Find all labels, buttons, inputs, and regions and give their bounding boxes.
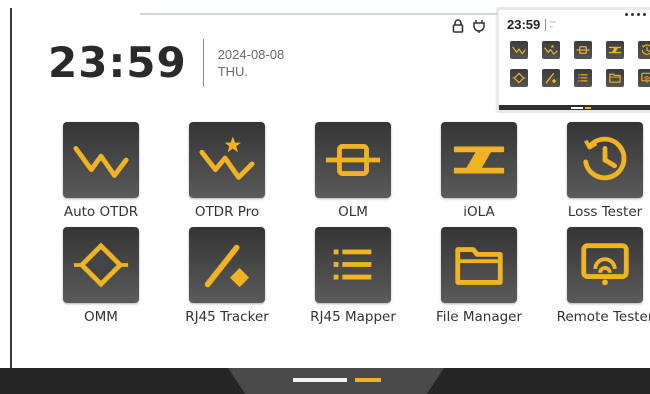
omm-icon[interactable] xyxy=(63,227,139,303)
app-label: iOLA xyxy=(463,204,495,220)
app-omm[interactable]: OMM xyxy=(38,227,164,327)
preview-app-tile xyxy=(540,69,562,92)
otdr-pro-icon[interactable] xyxy=(189,122,265,198)
preview-app-grid xyxy=(508,41,650,92)
app-label: OLM xyxy=(338,204,368,220)
preview-iola-icon xyxy=(606,41,624,59)
preview-file-manager-icon xyxy=(606,69,624,87)
preview-app-tile xyxy=(540,41,562,64)
app-grid: Auto OTDR OTDR Pro OLM iOLA Loss Tester OMM RJ… xyxy=(38,122,650,327)
loss-tester-icon[interactable] xyxy=(567,122,643,198)
status-bar xyxy=(452,19,486,33)
page-dot-1[interactable] xyxy=(293,378,347,382)
preview-app-tile xyxy=(604,41,626,64)
app-label: RJ45 Mapper xyxy=(310,309,396,325)
clock-date-block: 2024-08-08 THU. xyxy=(218,46,285,80)
app-label: Auto OTDR xyxy=(63,204,139,220)
app-label: Remote Tester xyxy=(556,309,650,325)
preview-loss-tester-icon xyxy=(638,41,650,59)
device-frame-edge xyxy=(10,8,12,368)
preview-otdr-pro-icon xyxy=(542,41,560,59)
top-divider-line xyxy=(140,13,500,15)
clock-weekday: THU. xyxy=(217,63,249,79)
preview-clock-time: 23:59 xyxy=(507,17,541,32)
preview-rj45-tracker-icon xyxy=(542,69,560,87)
clock-widget: 23:59 2024-08-08 THU. xyxy=(48,38,284,87)
home-screen: 23:59 2024-08-08 THU. 23:59 ▪▪▪▪ ▪▪ Auto … xyxy=(0,0,650,394)
clock-date: 2024-08-08 xyxy=(217,46,285,62)
app-remote-tester[interactable]: Remote Tester xyxy=(542,227,650,327)
preview-status-bar xyxy=(625,13,646,16)
app-rj45-mapper[interactable]: RJ45 Mapper xyxy=(290,227,416,327)
preview-app-tile xyxy=(636,41,650,64)
rj45-mapper-icon[interactable] xyxy=(315,227,391,303)
olm-icon[interactable] xyxy=(315,122,391,198)
app-label: OMM xyxy=(84,309,118,325)
app-label: File Manager xyxy=(435,309,523,325)
app-olm[interactable]: OLM xyxy=(290,122,416,222)
remote-tester-icon[interactable] xyxy=(567,227,643,303)
power-plug-icon xyxy=(472,19,486,33)
preview-page-indicator xyxy=(571,107,591,109)
clock-divider xyxy=(202,38,204,87)
preview-app-tile xyxy=(604,69,626,92)
page-dot-2[interactable] xyxy=(355,378,381,382)
rj45-tracker-icon[interactable] xyxy=(189,227,265,303)
preview-rj45-mapper-icon xyxy=(574,69,592,87)
clock-time: 23:59 xyxy=(48,38,187,87)
page-indicator xyxy=(293,378,381,382)
app-rj45-tracker[interactable]: RJ45 Tracker xyxy=(164,227,290,327)
preview-auto-otdr-icon xyxy=(510,41,528,59)
preview-app-tile xyxy=(572,69,594,92)
preview-app-tile xyxy=(508,41,530,64)
auto-otdr-icon[interactable] xyxy=(63,122,139,198)
app-file-manager[interactable]: File Manager xyxy=(416,227,542,327)
app-label: Loss Tester xyxy=(567,204,643,220)
preview-app-tile xyxy=(636,69,650,92)
preview-clock-divider xyxy=(545,19,546,31)
lock-icon xyxy=(452,19,464,33)
preview-app-tile xyxy=(572,41,594,64)
preview-omm-icon xyxy=(510,69,528,87)
app-otdr-pro[interactable]: OTDR Pro xyxy=(164,122,290,222)
iola-icon[interactable] xyxy=(441,122,517,198)
app-loss-tester[interactable]: Loss Tester xyxy=(542,122,650,222)
app-auto-otdr[interactable]: Auto OTDR xyxy=(38,122,164,222)
preview-remote-tester-icon xyxy=(638,69,650,87)
preview-olm-icon xyxy=(574,41,592,59)
preview-app-tile xyxy=(508,69,530,92)
app-iola[interactable]: iOLA xyxy=(416,122,542,222)
app-label: RJ45 Tracker xyxy=(185,309,269,325)
preview-clock-date: ▪▪▪▪ ▪▪ xyxy=(550,19,556,29)
app-label: OTDR Pro xyxy=(194,204,260,220)
recent-screen-preview[interactable]: 23:59 ▪▪▪▪ ▪▪ xyxy=(497,8,650,112)
file-manager-icon[interactable] xyxy=(441,227,517,303)
